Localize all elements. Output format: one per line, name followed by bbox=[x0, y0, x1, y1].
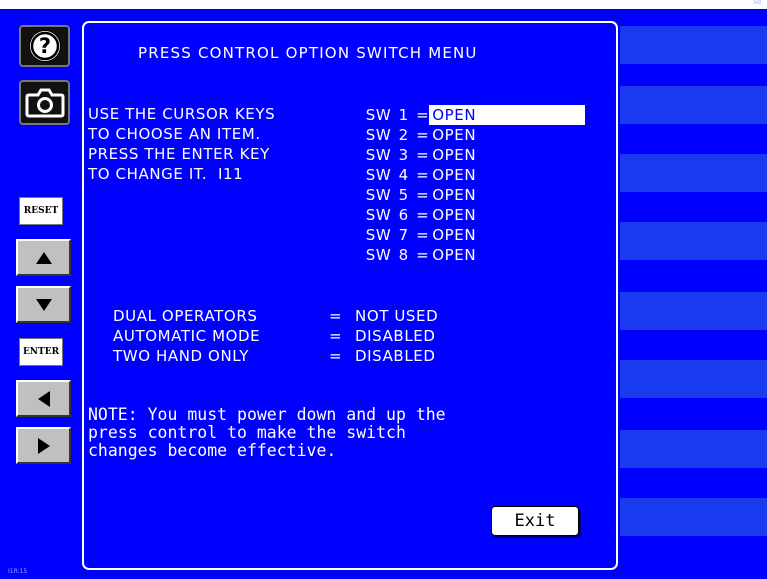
corner-label-bottom: I1R:15 bbox=[8, 568, 28, 575]
setting-label: DUAL OPERATORS bbox=[113, 307, 258, 325]
switch-value: OPEN bbox=[432, 246, 477, 264]
arrow-right-icon bbox=[37, 437, 50, 454]
help-button[interactable]: ? bbox=[19, 25, 70, 67]
note-line: NOTE: You must power down and up the bbox=[88, 405, 446, 424]
right-stripe bbox=[620, 360, 767, 398]
note-line: changes become effective. bbox=[88, 441, 337, 460]
left-button[interactable] bbox=[16, 380, 71, 417]
camera-icon bbox=[25, 88, 64, 117]
instruction-line: USE THE CURSOR KEYS bbox=[88, 105, 276, 123]
setting-eq: = bbox=[329, 327, 343, 345]
switch-eq: = bbox=[416, 246, 430, 264]
top-bar bbox=[0, 0, 767, 9]
instruction-line: TO CHOOSE AN ITEM. bbox=[88, 125, 261, 143]
right-stripe bbox=[620, 292, 767, 330]
setting-label: AUTOMATIC MODE bbox=[113, 327, 261, 345]
arrow-left-icon bbox=[37, 390, 50, 407]
corner-label-top: 50 bbox=[753, 0, 761, 6]
setting-value: NOT USED bbox=[355, 307, 439, 325]
arrow-up-icon bbox=[35, 251, 52, 264]
down-button[interactable] bbox=[16, 286, 71, 323]
arrow-down-icon bbox=[35, 298, 52, 311]
instruction-line: PRESS THE ENTER KEY bbox=[88, 145, 270, 163]
right-button[interactable] bbox=[16, 427, 71, 464]
switch-number: 8 bbox=[398, 246, 409, 264]
right-stripe bbox=[620, 86, 767, 124]
help-icon: ? bbox=[28, 30, 61, 62]
right-stripe bbox=[620, 430, 767, 468]
exit-button[interactable]: Exit bbox=[491, 506, 579, 536]
page-title: PRESS CONTROL OPTION SWITCH MENU bbox=[138, 44, 478, 62]
note-line: press control to make the switch bbox=[88, 423, 406, 442]
reset-button[interactable]: RESET bbox=[19, 197, 63, 225]
right-stripe bbox=[620, 26, 767, 64]
up-button[interactable] bbox=[16, 239, 71, 276]
right-stripe bbox=[620, 222, 767, 260]
setting-label: TWO HAND ONLY bbox=[113, 347, 250, 365]
note-text: NOTE: You must power down and up the pres… bbox=[88, 406, 446, 460]
setting-value: DISABLED bbox=[355, 327, 436, 345]
right-stripe bbox=[620, 498, 767, 536]
camera-button[interactable] bbox=[19, 80, 70, 125]
setting-eq: = bbox=[329, 347, 343, 365]
svg-text:?: ? bbox=[38, 34, 50, 58]
right-stripe bbox=[620, 154, 767, 192]
setting-value: DISABLED bbox=[355, 347, 436, 365]
instruction-line: TO CHANGE IT. I11 bbox=[88, 165, 244, 183]
switch-label: SW bbox=[365, 246, 392, 264]
switch-row-8[interactable]: SW 8 = OPEN bbox=[355, 225, 479, 265]
setting-eq: = bbox=[329, 307, 343, 325]
enter-button[interactable]: ENTER bbox=[19, 338, 63, 366]
